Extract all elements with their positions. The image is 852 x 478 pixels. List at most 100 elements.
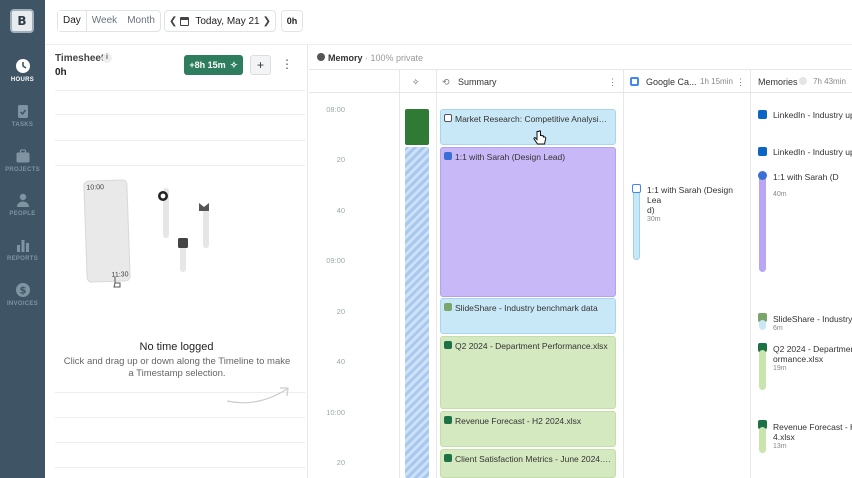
time-label: 09:00 bbox=[326, 256, 345, 265]
event-title: 1:1 with Sarah (Design Lea bbox=[647, 185, 733, 205]
prev-day-button[interactable]: ❮ bbox=[169, 16, 177, 27]
google-calendar-column-header: Google Ca... 1h 15min ⋮ bbox=[624, 69, 750, 93]
nav-item-projects[interactable]: PROJECTS bbox=[0, 148, 45, 173]
calendar-icon bbox=[180, 16, 190, 26]
sparkle-icon: ✧ bbox=[230, 60, 238, 70]
dollar-icon: $ bbox=[15, 283, 30, 297]
time-label: 10:00 bbox=[326, 408, 345, 417]
summary-event[interactable]: Market Research: Competitive Analysis Q3… bbox=[440, 109, 616, 145]
nav-item-invoices[interactable]: $ INVOICES bbox=[0, 282, 45, 307]
summary-column-title: Summary bbox=[458, 77, 497, 87]
brain-icon bbox=[317, 53, 325, 61]
divider bbox=[55, 467, 305, 468]
linkedin-icon bbox=[758, 110, 767, 119]
memory-title: LinkedIn - Industry upd bbox=[773, 110, 852, 120]
github-icon bbox=[158, 191, 168, 201]
hours-total-chip[interactable]: 0h bbox=[281, 10, 303, 32]
briefcase-icon bbox=[16, 149, 29, 163]
memory-item[interactable]: 1:1 with Sarah (D 40m bbox=[773, 172, 852, 200]
memories-column-header: Memories 7h 43min bbox=[751, 69, 852, 93]
view-week-tab[interactable]: Week bbox=[87, 11, 122, 31]
memory-title: Q2 2024 - Department P bbox=[773, 344, 852, 354]
nav-item-hours[interactable]: HOURS bbox=[0, 58, 45, 83]
info-icon[interactable] bbox=[799, 77, 807, 85]
summary-event[interactable]: Q2 2024 - Department Performance.xlsx bbox=[440, 336, 616, 409]
memory-duration-bar[interactable] bbox=[759, 350, 766, 390]
nav-label: PROJECTS bbox=[5, 167, 40, 173]
next-day-button[interactable]: ❯ bbox=[263, 16, 271, 27]
slideshare-icon bbox=[444, 303, 452, 311]
timesheet-title: Timesheet bbox=[55, 53, 105, 64]
memory-item[interactable]: Revenue Forecast - H2 2 4.xlsx 13m bbox=[773, 422, 852, 452]
event-title: Market Research: Competitive Analysis Q3… bbox=[455, 114, 616, 124]
memory-duration-bar[interactable] bbox=[759, 427, 766, 453]
memory-duration: 13m bbox=[773, 443, 787, 450]
app-logo[interactable]: B bbox=[10, 9, 34, 33]
divider bbox=[55, 114, 305, 115]
summary-more-icon[interactable]: ⋮ bbox=[608, 77, 617, 88]
google-calendar-duration: 1h 15min bbox=[700, 77, 733, 86]
memory-label: Memory · 100% private bbox=[328, 53, 423, 63]
add-entry-button[interactable]: + bbox=[250, 55, 271, 75]
nav-label: TASKS bbox=[11, 122, 34, 128]
summary-column-header: ⟲ Summary ⋮ bbox=[437, 69, 623, 93]
event-title: Q2 2024 - Department Performance.xlsx bbox=[455, 341, 608, 351]
empty-state-title: No time logged bbox=[139, 341, 214, 353]
memory-title: SlideShare - Industry be bbox=[773, 314, 852, 324]
excel-icon bbox=[444, 341, 452, 349]
svg-text:$: $ bbox=[19, 286, 26, 297]
zoom-icon bbox=[444, 152, 452, 160]
summary-icon: ⟲ bbox=[442, 77, 450, 87]
gmail-icon bbox=[199, 203, 209, 211]
view-day-tab[interactable]: Day bbox=[58, 11, 87, 31]
clock-icon bbox=[15, 59, 30, 73]
zoom-icon bbox=[758, 171, 767, 180]
time-label: 20 bbox=[336, 458, 345, 467]
time-label: 40 bbox=[336, 357, 345, 366]
sparkle-icon[interactable]: ✧ bbox=[412, 77, 420, 88]
memory-duration-bar[interactable] bbox=[759, 174, 766, 272]
nav-item-tasks[interactable]: TASKS bbox=[0, 103, 45, 128]
activity-block[interactable] bbox=[405, 109, 429, 145]
divider bbox=[55, 140, 305, 141]
divider bbox=[55, 442, 305, 443]
activity-block-hatched[interactable] bbox=[405, 147, 429, 478]
illustration-bar bbox=[203, 208, 209, 248]
memory-item[interactable]: SlideShare - Industry be 6m bbox=[773, 314, 852, 334]
memory-item[interactable]: LinkedIn - Industry upd bbox=[773, 110, 852, 120]
hand-cursor-icon bbox=[113, 277, 121, 288]
nav-item-people[interactable]: PEOPLE bbox=[0, 192, 45, 217]
memory-privacy: · 100% private bbox=[365, 53, 424, 63]
nav-label: INVOICES bbox=[6, 301, 39, 307]
column-divider bbox=[436, 69, 437, 478]
add-tracked-time-button[interactable]: +8h 15m ✧ bbox=[184, 55, 243, 75]
current-date[interactable]: Today, May 21 bbox=[195, 16, 259, 27]
office-icon bbox=[178, 238, 188, 248]
calendar-event[interactable]: 1:1 with Sarah (Design Lea d) 30m bbox=[647, 185, 747, 225]
summary-event[interactable]: Client Satisfaction Metrics - June 2024.… bbox=[440, 449, 616, 478]
summary-event[interactable]: 1:1 with Sarah (Design Lead) bbox=[440, 147, 616, 297]
arrow-squiggle-icon bbox=[226, 387, 289, 404]
view-switcher: Day Week Month bbox=[57, 10, 161, 32]
view-month-tab[interactable]: Month bbox=[122, 11, 160, 31]
nav-label: PEOPLE bbox=[9, 211, 36, 217]
time-label: 20 bbox=[336, 307, 345, 316]
memory-item[interactable]: Q2 2024 - Department P ormance.xlsx 19m bbox=[773, 344, 852, 374]
time-label: 40 bbox=[336, 206, 345, 215]
summary-event[interactable]: Revenue Forecast - H2 2024.xlsx bbox=[440, 411, 616, 447]
memory-title-cont: 4.xlsx bbox=[773, 432, 795, 442]
more-options-icon[interactable]: ⋮ bbox=[281, 57, 293, 71]
calendar-event-bar[interactable] bbox=[633, 190, 640, 260]
summary-event[interactable]: SlideShare - Industry benchmark data bbox=[440, 298, 616, 334]
excel-icon bbox=[444, 454, 452, 462]
event-duration: 30m bbox=[647, 216, 661, 223]
nav-rail: B HOURS TASKS PROJECTS PEOPLE REPORTS $ … bbox=[0, 0, 45, 478]
empty-state-description: Click and drag up or down along the Time… bbox=[63, 356, 291, 379]
memory-duration-bar[interactable] bbox=[759, 320, 766, 330]
memory-duration: 6m bbox=[773, 325, 783, 332]
time-column-header bbox=[309, 69, 399, 93]
memory-item[interactable]: LinkedIn - Industry upd bbox=[773, 147, 852, 157]
nav-item-reports[interactable]: REPORTS bbox=[0, 237, 45, 262]
info-icon[interactable]: i bbox=[102, 53, 112, 63]
google-calendar-more-icon[interactable]: ⋮ bbox=[736, 77, 745, 88]
